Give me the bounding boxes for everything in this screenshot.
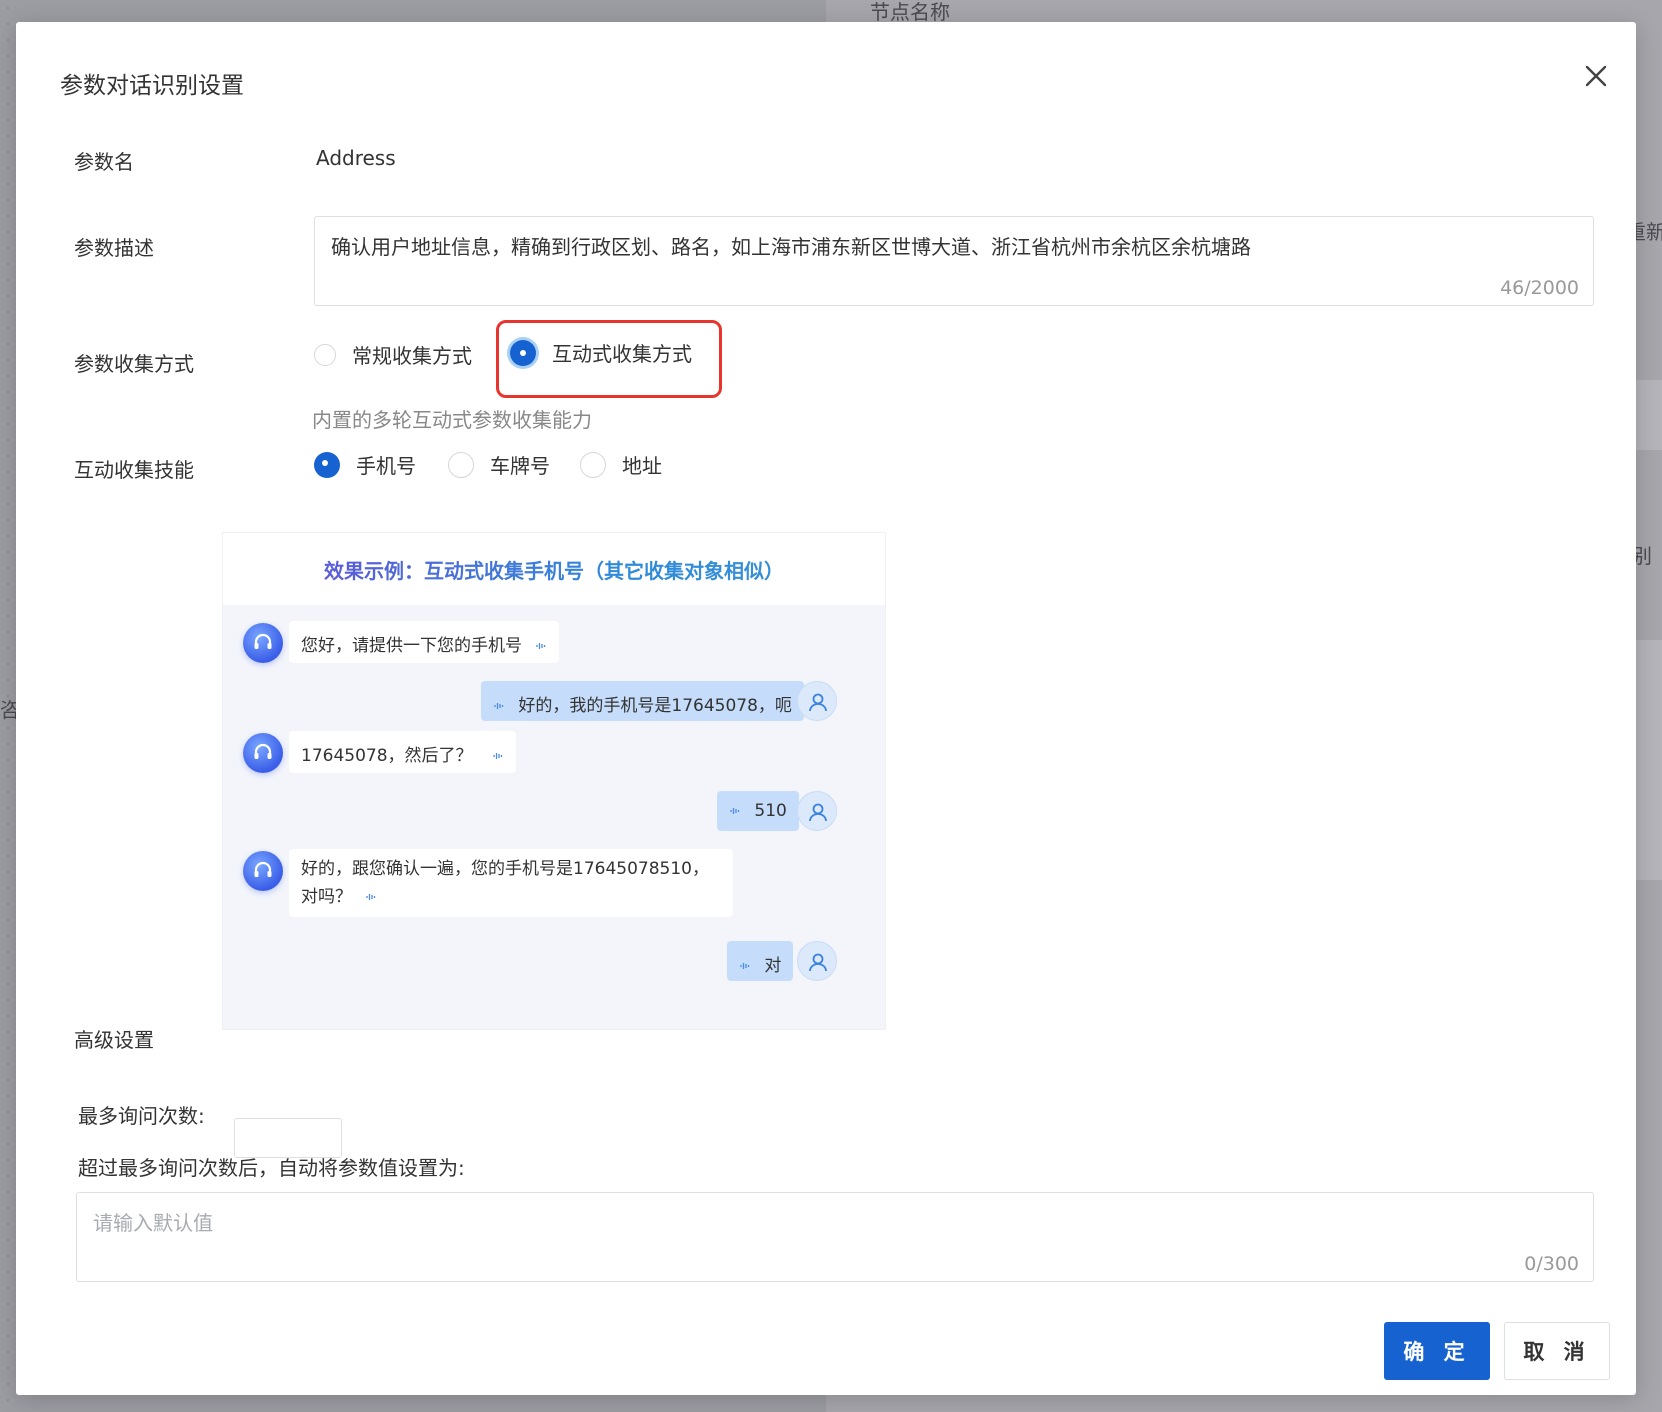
example-chat: 您好，请提供一下您的手机号 好的，我的手机号是17645078，呃 176450… [223, 605, 885, 1029]
user-icon [809, 953, 827, 972]
user-avatar [797, 941, 837, 981]
user-avatar [797, 791, 837, 831]
voice-wave-icon [535, 640, 547, 652]
chat-bubble-user: 对 [727, 941, 794, 981]
radio-label: 常规收集方式 [352, 344, 472, 368]
collect-mode-hint: 内置的多轮互动式参数收集能力 [312, 408, 592, 432]
chat-bubble-bot: 好的，跟您确认一遍，您的手机号是17645078510， 对吗？ [289, 849, 733, 917]
chat-text: 对 [764, 956, 782, 976]
collect-mode-label: 参数收集方式 [74, 352, 194, 376]
chat-text: 对吗？ [301, 887, 352, 907]
radio-label: 手机号 [356, 454, 416, 478]
radio-circle [314, 343, 336, 366]
param-desc-label: 参数描述 [74, 236, 154, 260]
bot-avatar [243, 733, 283, 773]
default-value-label: 超过最多询问次数后，自动将参数值设置为: [78, 1156, 465, 1180]
voice-wave-icon [365, 891, 377, 903]
bot-avatar [243, 851, 283, 891]
chat-text: 510 [754, 801, 787, 821]
chat-bubble-user: 好的，我的手机号是17645078，呃 [481, 681, 804, 721]
skill-label: 互动收集技能 [74, 458, 194, 482]
dialog-title: 参数对话识别设置 [60, 73, 244, 99]
headset-icon [254, 743, 272, 759]
radio-circle-checked [314, 451, 340, 478]
default-value-placeholder: 请输入默认值 [93, 1211, 213, 1235]
chat-text: 好的，跟您确认一遍，您的手机号是17645078510， [301, 859, 709, 879]
chat-text: 17645078，然后了？ [301, 746, 473, 766]
radio-skill-phone[interactable]: 手机号 [314, 450, 416, 479]
chat-bubble-bot: 您好，请提供一下您的手机号 [289, 621, 560, 663]
radio-circle [580, 451, 606, 478]
headset-icon [254, 633, 272, 649]
radio-regular-collect[interactable]: 常规收集方式 [314, 340, 472, 369]
radio-skill-plate[interactable]: 车牌号 [448, 450, 550, 479]
voice-wave-icon [492, 750, 504, 762]
highlight-annotation-box [496, 320, 722, 398]
chat-bubble-bot: 17645078，然后了？ [289, 731, 516, 773]
close-button[interactable] [1576, 56, 1616, 96]
voice-wave-icon [739, 960, 751, 972]
default-value-count: 0/300 [1524, 1253, 1579, 1275]
cancel-button[interactable]: 取 消 [1504, 1322, 1610, 1380]
param-desc-textarea[interactable]: 确认用户地址信息，精确到行政区划、路名，如上海市浦东新区世博大道、浙江省杭州市余… [314, 216, 1594, 306]
param-desc-count: 46/2000 [1500, 277, 1579, 299]
chat-bubble-user: 510 [717, 791, 799, 831]
param-desc-text: 确认用户地址信息，精确到行政区划、路名，如上海市浦东新区世博大道、浙江省杭州市余… [331, 235, 1251, 259]
param-dialog: 参数对话识别设置 参数名 Address 参数描述 确认用户地址信息，精确到行政… [16, 22, 1636, 1395]
voice-wave-icon [493, 700, 505, 712]
radio-label: 车牌号 [490, 454, 550, 478]
user-icon [809, 803, 827, 822]
headset-icon [254, 861, 272, 877]
example-card: 效果示例：互动式收集手机号（其它收集对象相似） 您好，请提供一下您的手机号 好的… [222, 532, 886, 1030]
user-icon [809, 693, 827, 712]
default-value-textarea[interactable]: 请输入默认值 0/300 [76, 1192, 1594, 1282]
user-avatar [797, 681, 837, 721]
radio-label: 地址 [622, 454, 662, 478]
chat-text: 您好，请提供一下您的手机号 [301, 636, 522, 656]
voice-wave-icon [729, 805, 741, 817]
advanced-settings-title: 高级设置 [74, 1028, 154, 1052]
bot-avatar [243, 623, 283, 663]
max-ask-label: 最多询问次数: [78, 1104, 205, 1128]
chat-text: 好的，我的手机号是17645078，呃 [518, 696, 792, 716]
radio-circle [448, 451, 474, 478]
close-icon [1585, 65, 1607, 87]
param-name-value: Address [316, 146, 396, 170]
param-name-label: 参数名 [74, 150, 134, 174]
confirm-button[interactable]: 确 定 [1384, 1322, 1490, 1380]
example-title: 效果示例：互动式收集手机号（其它收集对象相似） [223, 533, 885, 605]
radio-skill-address[interactable]: 地址 [580, 450, 662, 479]
